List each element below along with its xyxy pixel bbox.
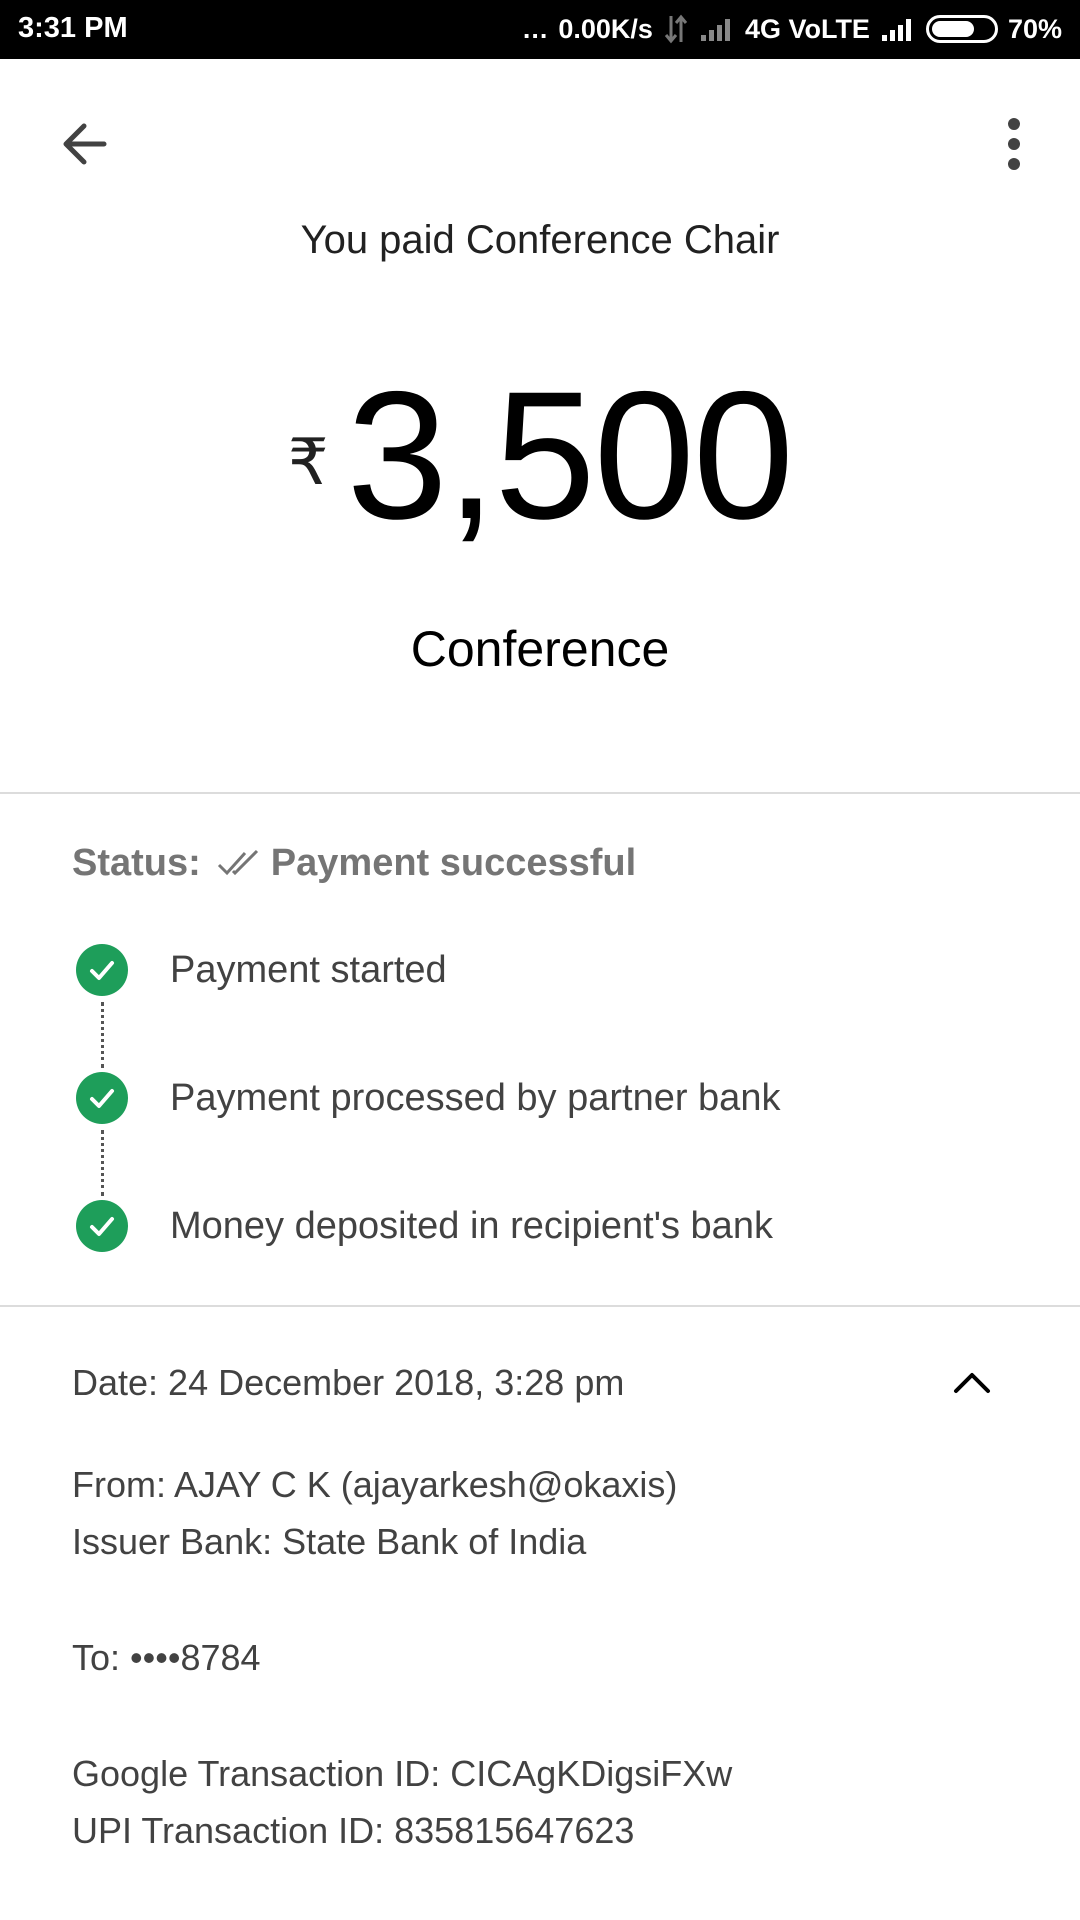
check-circle-icon (76, 1072, 128, 1124)
more-options-button[interactable] (978, 108, 1050, 180)
status-time: 3:31 PM (18, 12, 128, 44)
step-money-deposited: Money deposited in recipient's bank (76, 1200, 773, 1252)
payment-title: You paid Conference Chair (300, 218, 780, 262)
status-indicators: ... 0.00K/s 4G VoLTE 70% (523, 12, 1062, 46)
check-circle-icon (76, 1200, 128, 1252)
battery-icon (925, 15, 998, 43)
step-connector (101, 1130, 104, 1196)
divider (0, 792, 1080, 794)
step-payment-processed: Payment processed by partner bank (76, 1072, 780, 1124)
chevron-up-icon (954, 1373, 990, 1393)
amount-value: 3,500 (346, 353, 794, 557)
more-vertical-icon (1008, 118, 1020, 170)
step-label: Payment processed by partner bank (170, 1076, 781, 1119)
collapse-details-button[interactable] (942, 1352, 1002, 1412)
to-account: To: ••••8784 (72, 1637, 261, 1678)
payment-amount: ₹ 3,500 (0, 353, 1080, 557)
payment-note: Conference (410, 621, 670, 677)
data-transfer-icon (663, 14, 689, 44)
step-connector (101, 1002, 104, 1068)
from-account: From: AJAY C K (ajayarkesh@okaxis) (72, 1464, 678, 1505)
upi-transaction-id: UPI Transaction ID: 835815647623 (72, 1810, 635, 1851)
status-bar: 3:31 PM ... 0.00K/s 4G VoLTE 70% (0, 0, 1080, 59)
step-payment-started: Payment started (76, 944, 447, 996)
network-type: 4G VoLTE (744, 13, 870, 44)
battery-percent: 70% (1007, 13, 1062, 44)
double-check-icon (217, 849, 261, 879)
transaction-date: Date: 24 December 2018, 3:28 pm (72, 1362, 625, 1403)
arrow-left-icon (63, 123, 107, 165)
google-transaction-id: Google Transaction ID: CICAgKDigsiFXw (72, 1753, 733, 1794)
status-value: Payment successful (270, 842, 637, 884)
signal-strong-icon (880, 15, 916, 43)
notification-dots: ... (522, 13, 549, 44)
battery-level (931, 21, 974, 37)
status-line: Status: Payment successful (72, 842, 636, 885)
status-label: Status: (72, 842, 201, 884)
back-button[interactable] (48, 108, 120, 180)
divider (0, 1305, 1080, 1307)
signal-weak-icon (699, 15, 735, 43)
currency-symbol: ₹ (287, 426, 329, 498)
issuer-bank: Issuer Bank: State Bank of India (72, 1521, 587, 1562)
network-speed: 0.00K/s (558, 13, 653, 44)
step-label: Money deposited in recipient's bank (170, 1204, 773, 1247)
check-circle-icon (76, 944, 128, 996)
step-label: Payment started (170, 948, 447, 991)
